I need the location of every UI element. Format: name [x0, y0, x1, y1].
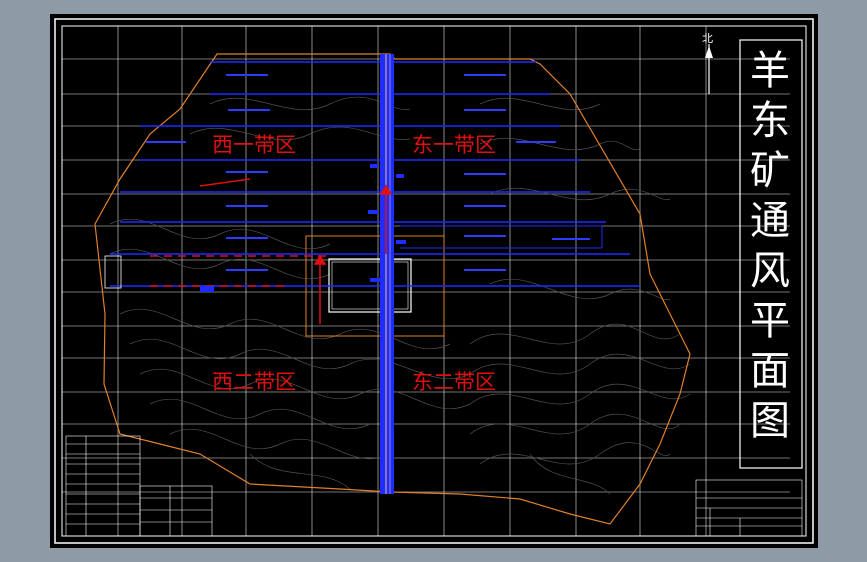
main-roadway: [380, 54, 394, 494]
zone-label-east-two: 东二带区: [412, 370, 496, 394]
airflow-arrows: [150, 178, 393, 324]
north-label: 北: [702, 32, 713, 45]
mine-ventilation-plan[interactable]: 西一带区 东一带区 西二带区 东二带区 羊 东 矿 通 风 平 面 图 北: [50, 14, 818, 548]
zone-label-west-two: 西二带区: [212, 370, 296, 394]
title-char: 图: [750, 398, 790, 444]
title-char: 东: [750, 98, 790, 144]
title-char: 通: [750, 198, 790, 244]
zone-label-east-one: 东一带区: [412, 133, 496, 157]
title-char: 风: [750, 248, 790, 294]
title-char: 平: [750, 298, 790, 344]
cad-viewport[interactable]: 西一带区 东一带区 西二带区 东二带区 羊 东 矿 通 风 平 面 图 北: [50, 14, 818, 548]
title-block: [695, 479, 803, 537]
contour-lines: [109, 96, 691, 495]
inner-frame: [61, 25, 807, 537]
outer-frame: [54, 18, 814, 544]
working-face-label-marks: [146, 74, 590, 271]
title-char: 面: [750, 348, 790, 394]
north-arrow-icon: 北: [702, 32, 713, 94]
zone-label-west-one: 西一带区: [212, 133, 296, 157]
drawing-title: 羊 东 矿 通 风 平 面 图: [750, 48, 790, 444]
roadway-annotations: [104, 164, 406, 292]
coordinate-grid: [62, 26, 790, 536]
title-char: 羊: [750, 48, 790, 94]
title-char: 矿: [750, 148, 790, 194]
